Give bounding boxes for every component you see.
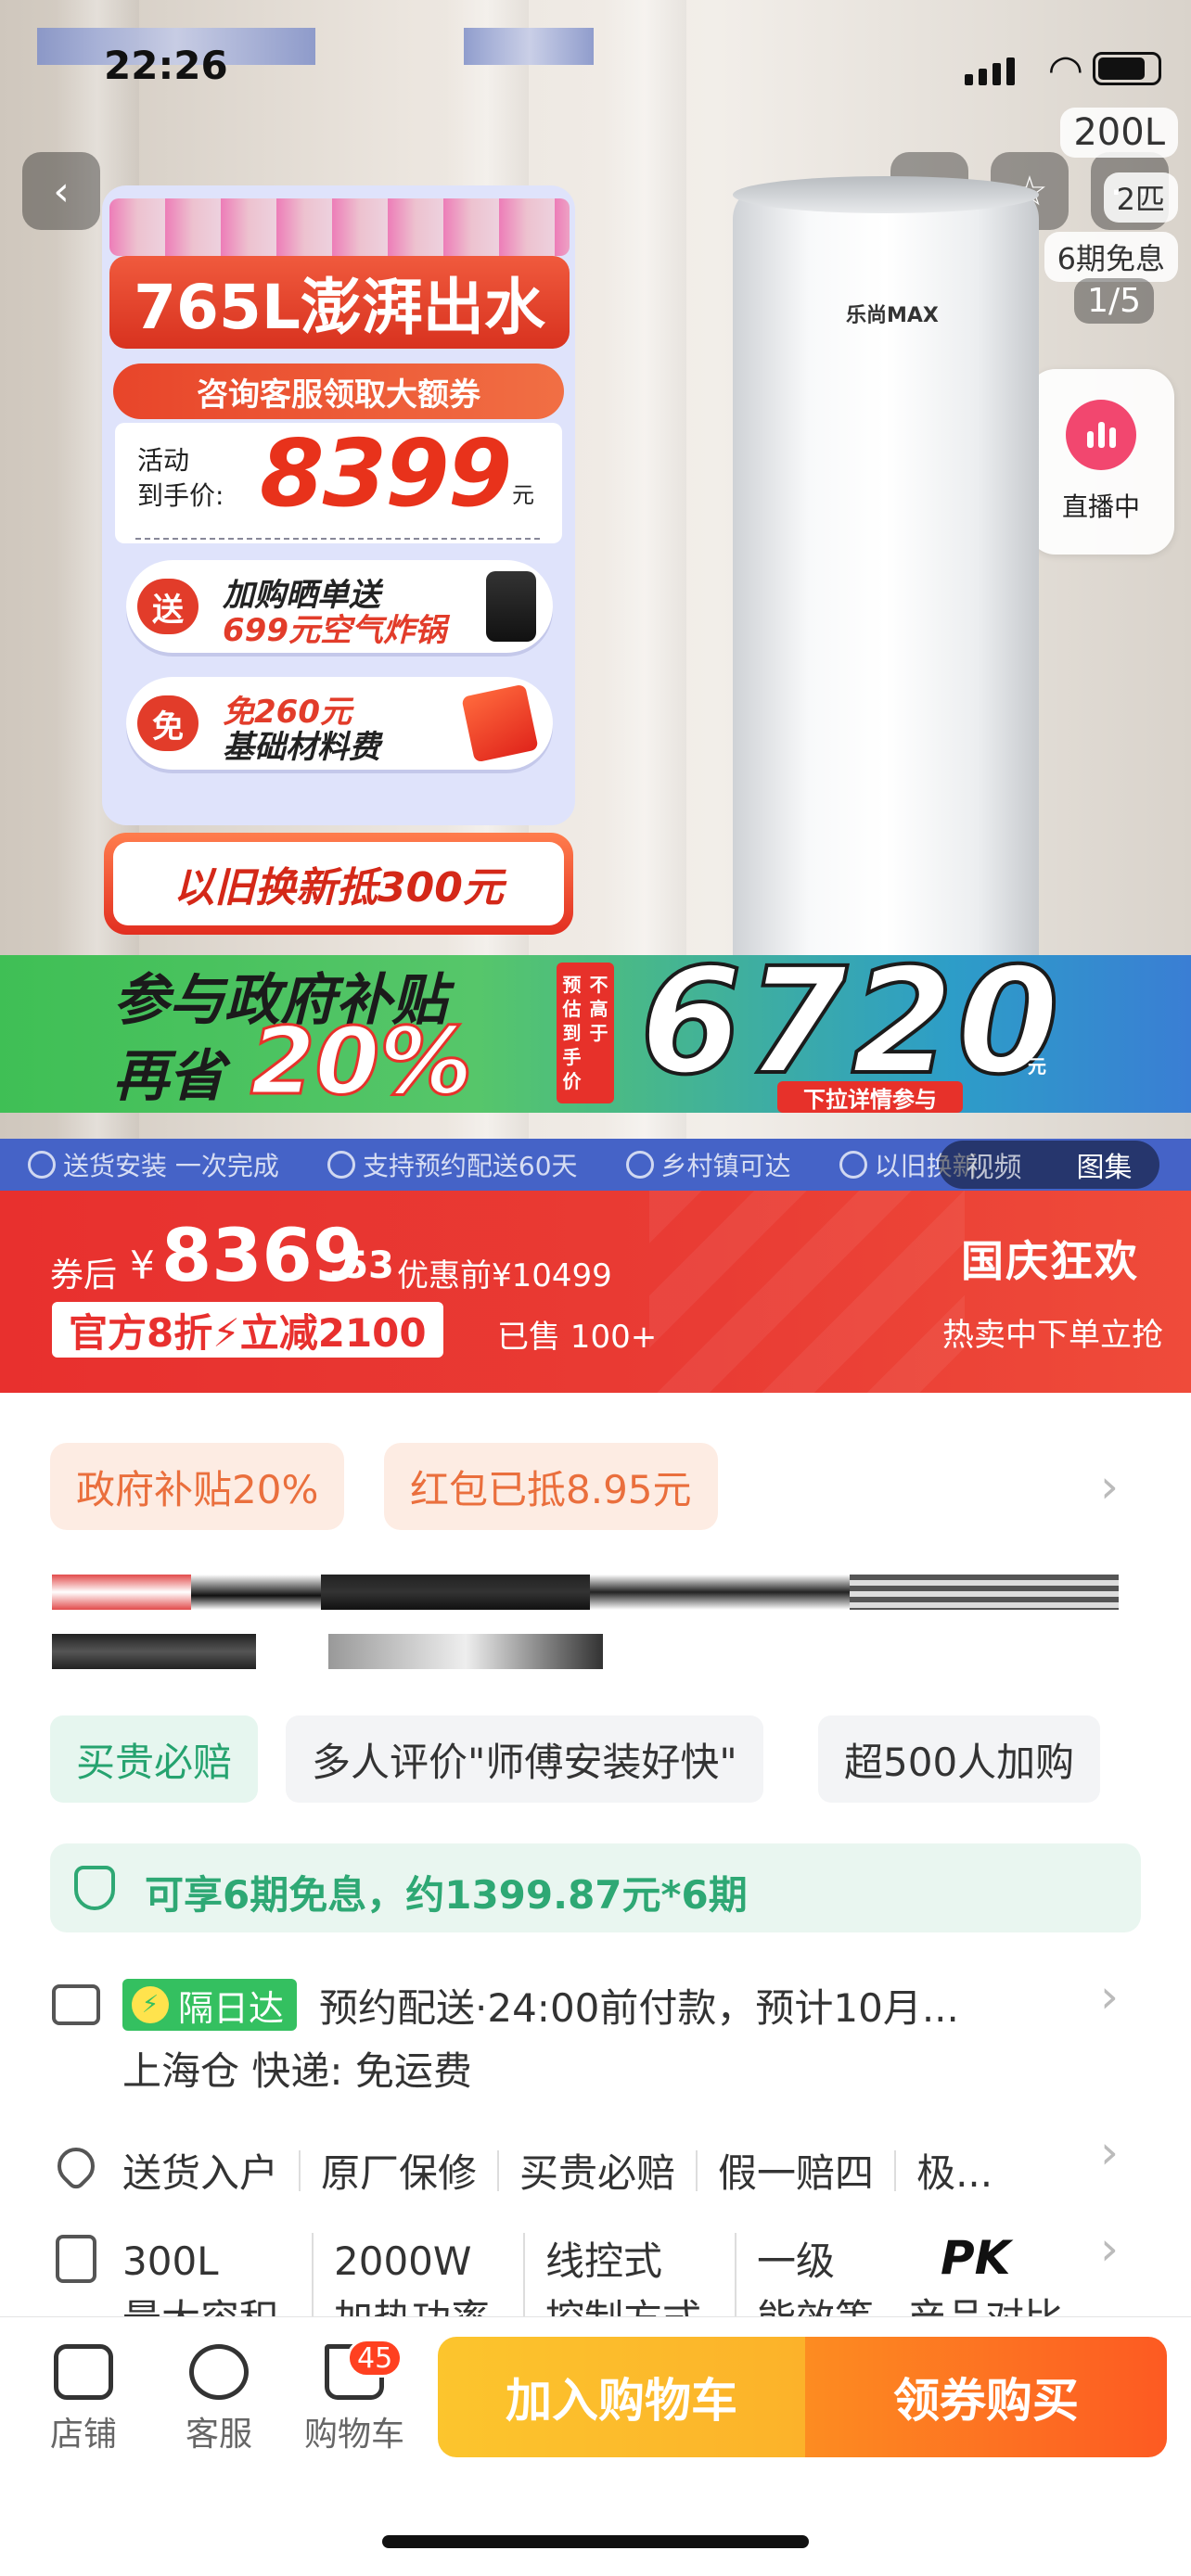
wifi-icon: ◠ bbox=[1047, 46, 1083, 94]
promo-price-label: 活动 到手价: bbox=[137, 445, 224, 511]
store-icon bbox=[54, 2344, 113, 2400]
product-title-blurred bbox=[850, 1575, 1119, 1610]
chevron-right-icon[interactable]: › bbox=[1100, 1970, 1119, 2023]
chat-face-icon bbox=[189, 2344, 249, 2400]
price-decimal: .53 bbox=[328, 1244, 394, 1287]
pk-compare-icon[interactable]: PK bbox=[941, 2231, 1010, 2285]
spec-divider bbox=[735, 2233, 736, 2326]
tag-price-guarantee[interactable]: 买贵必赔 bbox=[50, 1715, 259, 1803]
delivery-warehouse: 上海仓 快递: 免运费 bbox=[122, 2048, 472, 2094]
status-time: 22:26 bbox=[104, 43, 228, 88]
red-packet-chip[interactable]: 红包已抵8.95元 bbox=[384, 1443, 718, 1530]
media-toggle[interactable]: 视频 图集 bbox=[939, 1141, 1159, 1189]
installment-banner[interactable]: 可享6期免息，约1399.87元*6期 bbox=[50, 1843, 1141, 1932]
clock-icon bbox=[327, 1151, 355, 1179]
status-bar: 22:26 ◠ bbox=[0, 0, 1191, 94]
free-material-pill: 免 免260元 基础材料费 bbox=[126, 677, 553, 770]
heater-brand: 乐尚MAX bbox=[846, 304, 939, 327]
spec-divider bbox=[312, 2233, 314, 2326]
product-title-blurred bbox=[328, 1634, 603, 1669]
service-item: 支持预约配送60天 bbox=[327, 1146, 578, 1183]
product-title-blurred bbox=[52, 1575, 191, 1610]
tradein-banner: 以旧换新抵300元 bbox=[104, 833, 573, 935]
power-tag: 2匹 bbox=[1103, 172, 1178, 223]
add-to-cart-button[interactable]: 加入购物车 bbox=[438, 2337, 805, 2457]
capacity-tag: 200L bbox=[1060, 108, 1178, 158]
promo-blurred-title bbox=[109, 198, 570, 256]
page-counter: 1/5 bbox=[1074, 278, 1154, 324]
location-icon bbox=[625, 1151, 654, 1179]
chevron-right-icon[interactable]: › bbox=[1100, 1460, 1119, 1513]
subsidy-line2: 再省 bbox=[113, 1044, 224, 1109]
check-circle-icon bbox=[28, 1151, 56, 1179]
product-title-blurred bbox=[191, 1575, 321, 1610]
customer-service-button[interactable]: 客服 bbox=[163, 2344, 275, 2455]
spec-divider bbox=[523, 2233, 525, 2326]
chevron-left-icon: ‹ bbox=[53, 167, 70, 215]
price-currency: ¥ bbox=[130, 1243, 155, 1288]
subsidy-percent: 20% bbox=[249, 1006, 473, 1117]
water-heater-top bbox=[733, 176, 1039, 213]
service-guarantees[interactable]: 送货入户 原厂保修 买贵必赔 假一赔四 极... bbox=[122, 2142, 992, 2199]
status-blur bbox=[464, 28, 594, 65]
buy-with-coupon-button[interactable]: 领券购买 bbox=[805, 2337, 1167, 2457]
service-item: 乡村镇可达 bbox=[625, 1146, 791, 1183]
service-item: 送货安装 一次完成 bbox=[28, 1146, 279, 1183]
product-title-blurred bbox=[590, 1575, 850, 1610]
promo-headline: 765L澎湃出水 bbox=[109, 256, 570, 349]
shop-button[interactable]: 店铺 bbox=[28, 2344, 139, 2455]
installment-tag: 6期免息 bbox=[1044, 232, 1178, 282]
tag-cart-count[interactable]: 超500人加购 bbox=[818, 1715, 1101, 1803]
clipboard-icon bbox=[56, 2235, 96, 2283]
installment-text: 可享6期免息，约1399.87元*6期 bbox=[145, 1872, 748, 1918]
subsidy-yuan: 元 bbox=[1028, 1055, 1046, 1078]
promo-price-unit: 元 bbox=[512, 482, 534, 508]
live-bars-icon bbox=[1066, 400, 1136, 470]
gift-line2: 699元空气炸锅 bbox=[223, 612, 446, 649]
product-title-blurred bbox=[321, 1575, 590, 1610]
sold-count: 已售 100+ bbox=[497, 1319, 658, 1356]
discount-badge: 官方8折⚡立减2100 bbox=[52, 1302, 443, 1358]
tag-review[interactable]: 多人评价"师傅安装好快" bbox=[286, 1715, 763, 1803]
tradein-text: 以旧换新抵300元 bbox=[113, 842, 564, 925]
subsidy-estimate-label: 预不 估高 到于 手 价 bbox=[557, 963, 614, 1103]
live-stream-card[interactable]: 直播中 bbox=[1028, 369, 1174, 555]
tab-gallery[interactable]: 图集 bbox=[1077, 1144, 1133, 1185]
delivery-text[interactable]: 预约配送·24:00前付款，预计10月... bbox=[319, 1977, 959, 2034]
truck-icon bbox=[52, 1984, 100, 2025]
promo-price: 8399 bbox=[260, 419, 512, 528]
gift-badge: 送 bbox=[137, 579, 198, 634]
live-label: 直播中 bbox=[1061, 491, 1140, 522]
gift-pill: 送 加购晒单送 699元空气炸锅 bbox=[126, 560, 553, 653]
cart-count-badge: 45 bbox=[347, 2339, 403, 2378]
chevron-right-icon[interactable]: › bbox=[1100, 2125, 1119, 2179]
price-label: 券后 bbox=[50, 1256, 118, 1294]
original-price: 优惠前¥10499 bbox=[397, 1257, 612, 1294]
chevron-right-icon[interactable]: › bbox=[1100, 2222, 1119, 2276]
red-envelope-icon bbox=[461, 683, 539, 763]
product-title-blurred bbox=[52, 1634, 256, 1669]
home-indicator bbox=[382, 2535, 809, 2548]
promo-consult: 咨询客服领取大额券 bbox=[113, 363, 564, 419]
event-subtitle: 热卖中下单立抢 bbox=[942, 1317, 1163, 1354]
subsidy-chip[interactable]: 政府补贴20% bbox=[50, 1443, 345, 1530]
subsidy-pull-hint: 下拉详情参与 bbox=[777, 1081, 963, 1113]
event-title: 国庆狂欢 bbox=[961, 1236, 1139, 1286]
free-line2: 基础材料费 bbox=[223, 729, 380, 766]
shield-check-icon bbox=[74, 1866, 115, 1910]
signal-icon bbox=[965, 57, 1015, 85]
promo-divider bbox=[135, 538, 540, 540]
tab-video[interactable]: 视频 bbox=[967, 1144, 1022, 1185]
air-fryer-icon bbox=[486, 571, 536, 642]
bolt-icon: ⚡ bbox=[132, 1986, 169, 2023]
free-badge: 免 bbox=[137, 695, 198, 751]
back-button[interactable]: ‹ bbox=[22, 152, 100, 230]
next-day-badge: ⚡ 隔日达 bbox=[122, 1979, 298, 2031]
recycle-icon bbox=[839, 1151, 867, 1179]
battery-icon bbox=[1093, 52, 1161, 85]
